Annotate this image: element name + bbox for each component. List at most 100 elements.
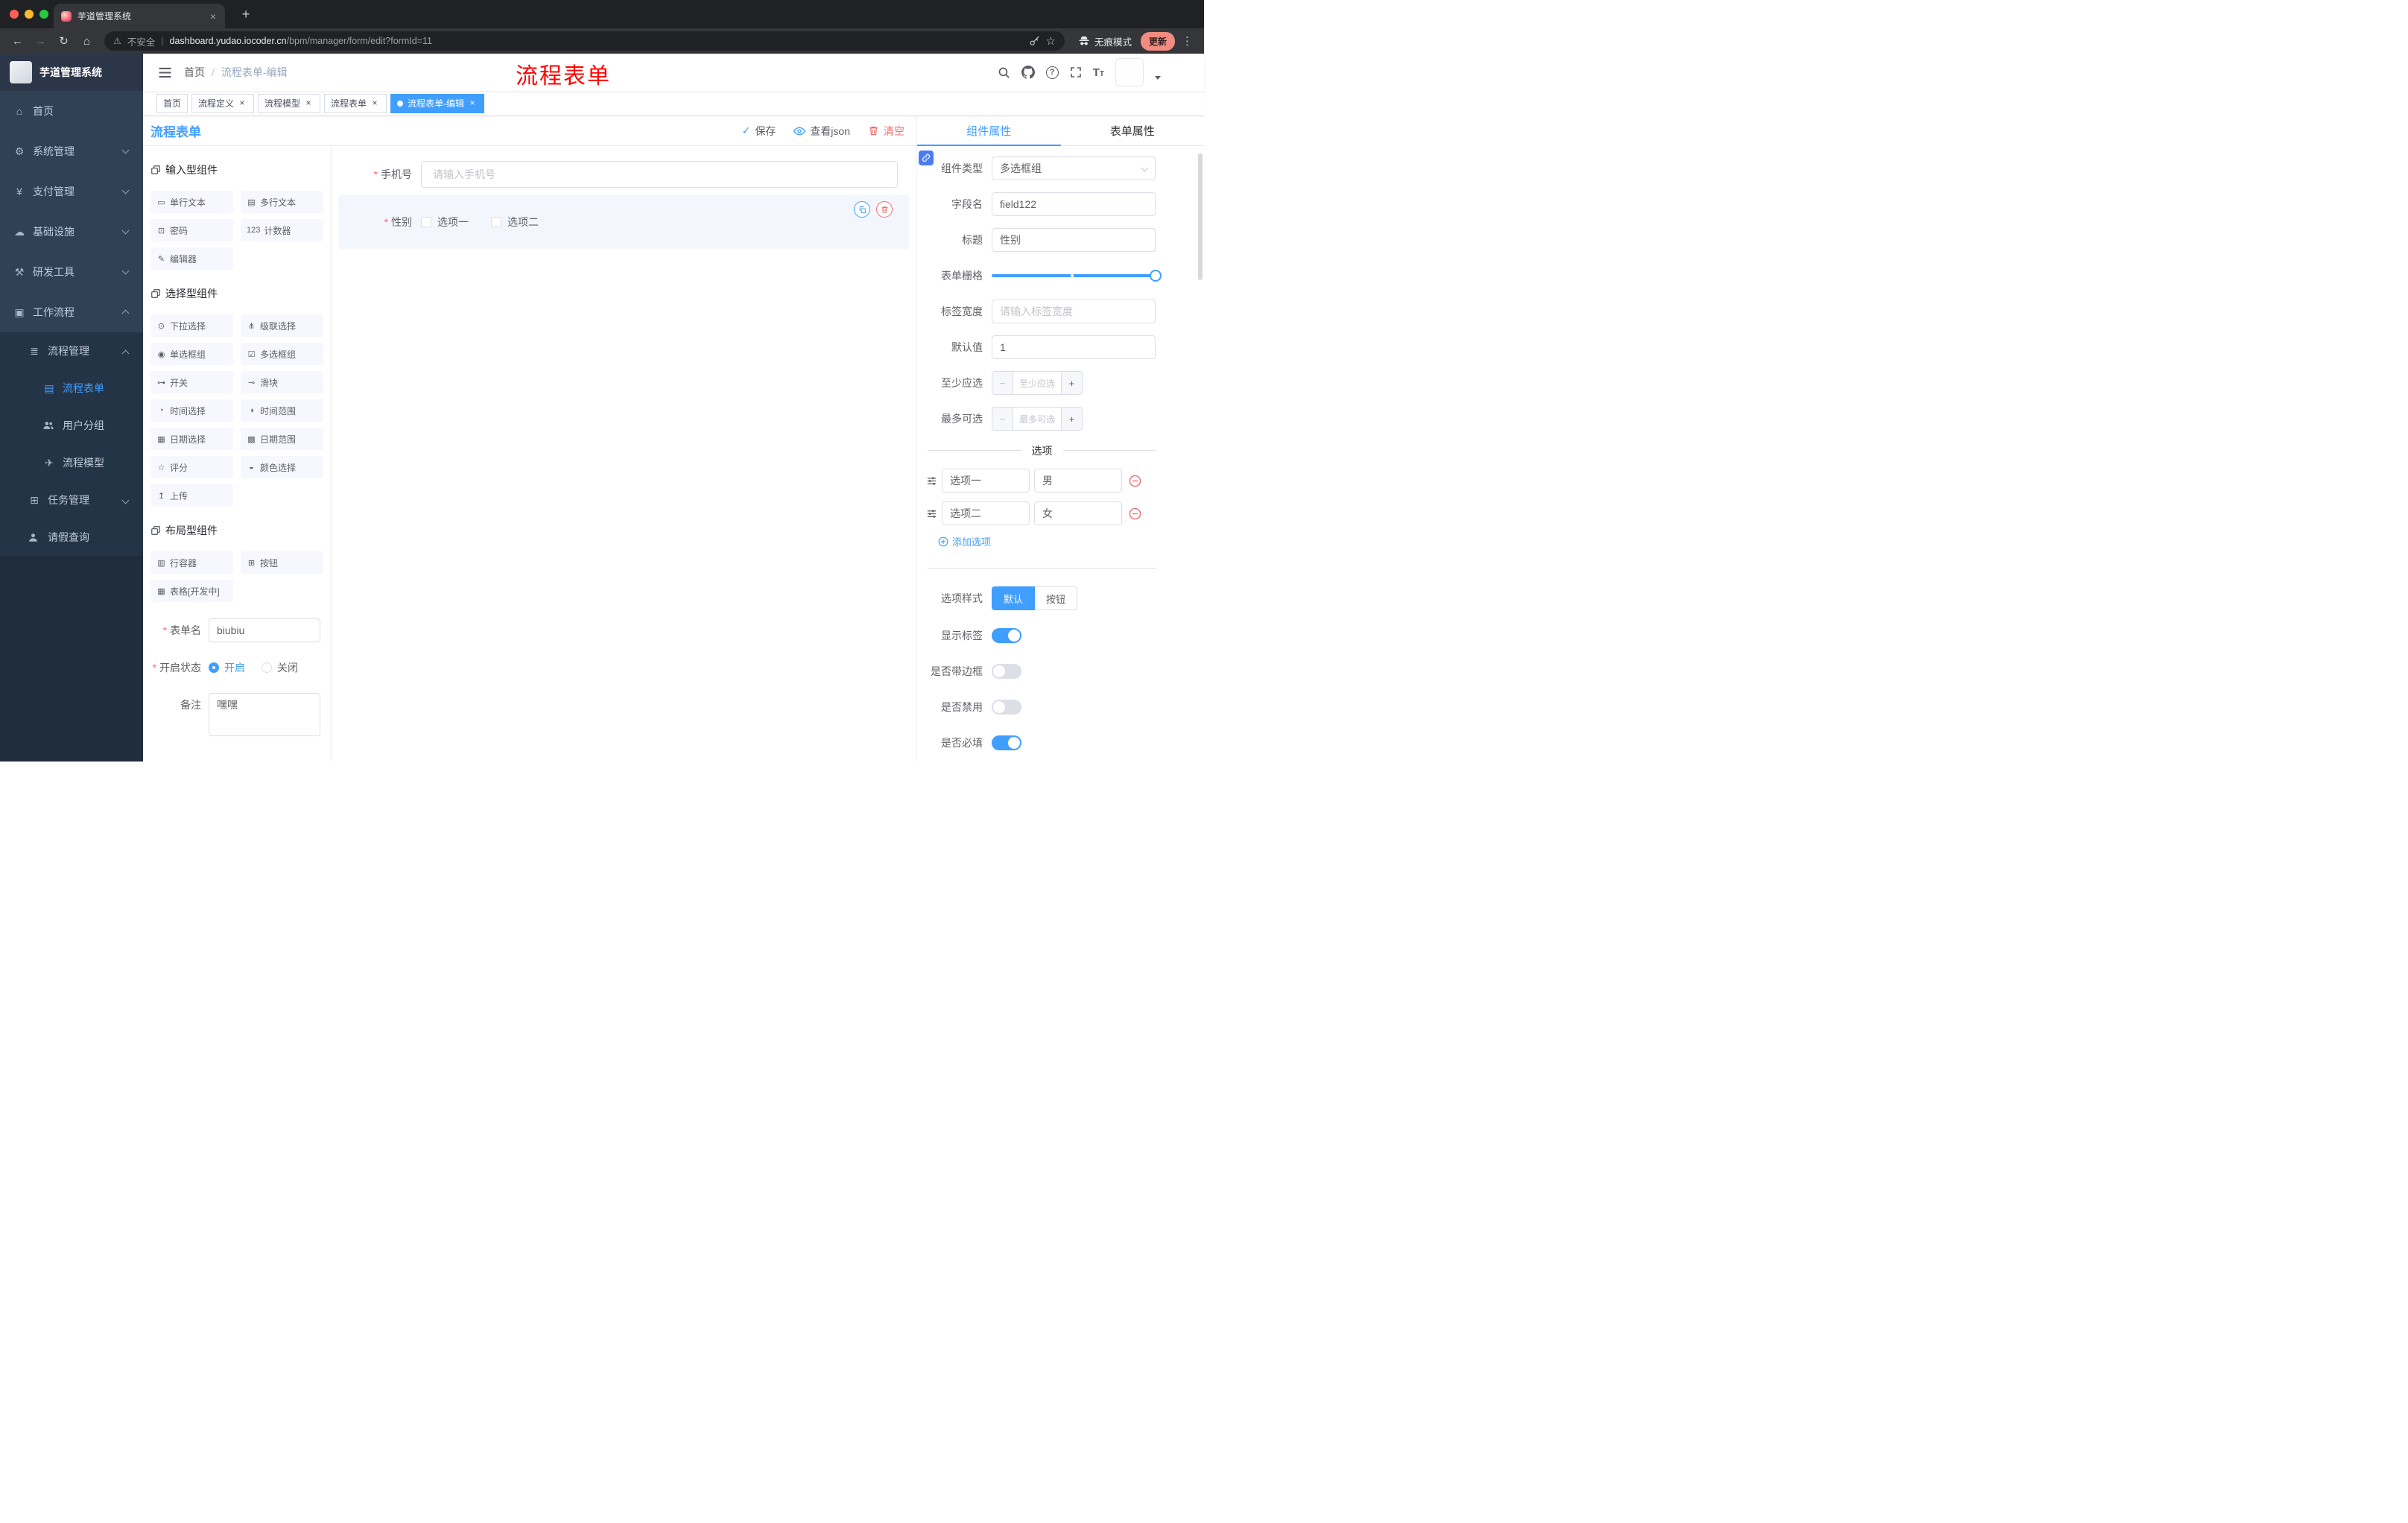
close-icon[interactable]: × <box>370 98 380 109</box>
drag-handle-icon[interactable] <box>926 508 937 519</box>
checkbox-box[interactable] <box>421 217 431 227</box>
hamburger-icon[interactable] <box>143 66 184 79</box>
component-chip[interactable]: ☑ 多选框组 <box>241 343 323 365</box>
sidebar-item-home[interactable]: ⌂ 首页 <box>0 91 143 131</box>
clear-button[interactable]: 清空 <box>868 124 904 139</box>
tag-process-model[interactable]: 流程模型 × <box>258 93 321 113</box>
breadcrumb-home[interactable]: 首页 <box>184 65 205 80</box>
option-value-input[interactable] <box>1034 469 1122 493</box>
save-button[interactable]: ✓ 保存 <box>742 124 776 139</box>
sidebar-item-payment[interactable]: ¥ 支付管理 <box>0 171 143 212</box>
new-tab-button[interactable]: + <box>237 5 255 23</box>
component-chip[interactable]: ▦ 表格[开发中] <box>150 580 233 602</box>
component-chip[interactable]: ◒ 颜色选择 <box>241 456 323 478</box>
browser-tab[interactable]: 芋道管理系统 × <box>54 4 225 28</box>
tab-form-props[interactable]: 表单属性 <box>1061 116 1205 145</box>
sidebar-item-devtools[interactable]: ⚒ 研发工具 <box>0 252 143 292</box>
address-bar[interactable]: ⚠ 不安全 | dashboard.yudao.iocoder.cn/bpm/m… <box>104 31 1065 51</box>
tag-home[interactable]: 首页 <box>156 93 188 113</box>
component-chip[interactable]: ⋔ 级联选择 <box>241 314 323 337</box>
phone-input[interactable] <box>421 161 898 188</box>
checkbox-box[interactable] <box>491 217 501 227</box>
browser-menu-kebab-icon[interactable]: ⋮ <box>1178 34 1197 48</box>
font-size-icon[interactable]: TT <box>1093 66 1104 79</box>
forward-icon[interactable]: → <box>31 35 51 48</box>
component-chip[interactable]: ▤ 多行文本 <box>241 191 323 213</box>
sidebar-item-process-management[interactable]: ≣ 流程管理 <box>0 332 143 370</box>
tag-process-form-edit[interactable]: 流程表单-编辑 × <box>390 93 485 113</box>
slider-thumb[interactable] <box>1150 270 1162 282</box>
remove-option-icon[interactable] <box>1129 475 1141 487</box>
close-icon[interactable]: × <box>467 98 478 109</box>
form-remark-textarea[interactable]: 嘿嘿 <box>209 693 320 736</box>
tag-process-form[interactable]: 流程表单 × <box>324 93 387 113</box>
tag-process-definition[interactable]: 流程定义 × <box>191 93 255 113</box>
radio-open[interactable]: 开启 <box>209 660 245 675</box>
sidebar-item-process-form[interactable]: ▤ 流程表单 <box>0 370 143 407</box>
password-key-icon[interactable] <box>1029 36 1040 47</box>
decrease-icon[interactable]: − <box>992 372 1013 394</box>
component-type-select[interactable]: 多选框组 <box>992 156 1156 180</box>
sidebar-item-leave-query[interactable]: 请假查询 <box>0 519 143 556</box>
border-toggle[interactable] <box>992 664 1021 679</box>
option-value-input[interactable] <box>1034 501 1122 525</box>
tab-component-props[interactable]: 组件属性 <box>917 116 1061 146</box>
component-chip[interactable]: ▦ 日期选择 <box>150 428 233 450</box>
style-default-button[interactable]: 默认 <box>992 586 1036 610</box>
decrease-icon[interactable]: − <box>992 408 1013 430</box>
default-value-input[interactable] <box>992 335 1156 359</box>
close-icon[interactable]: × <box>237 98 247 109</box>
slider-track[interactable] <box>992 274 1160 277</box>
drag-handle-icon[interactable] <box>926 475 937 487</box>
component-chip[interactable]: 123 计数器 <box>241 219 323 241</box>
sidebar-item-process-model[interactable]: ✈ 流程模型 <box>0 444 143 481</box>
option-label-input[interactable] <box>942 469 1030 493</box>
component-chip[interactable]: ▥ 行容器 <box>150 551 233 574</box>
window-zoom-button[interactable] <box>39 10 48 19</box>
bookmark-star-icon[interactable]: ☆ <box>1046 34 1056 48</box>
required-toggle[interactable] <box>992 735 1021 750</box>
min-select-value[interactable]: 至少应选 <box>1013 372 1061 394</box>
component-chip[interactable]: ▩ 日期范围 <box>241 428 323 450</box>
back-icon[interactable]: ← <box>7 35 28 48</box>
sidebar-logo[interactable]: 芋道管理系统 <box>0 54 143 91</box>
github-icon[interactable] <box>1021 66 1035 79</box>
gender-field-row[interactable]: 性别 选项一 选项二 <box>339 195 909 249</box>
increase-icon[interactable]: + <box>1061 372 1082 394</box>
link-icon[interactable] <box>919 151 934 165</box>
component-chip[interactable]: ✎ 编辑器 <box>150 247 233 270</box>
close-icon[interactable]: × <box>303 98 314 109</box>
component-chip[interactable]: ⊡ 密码 <box>150 219 233 241</box>
style-button-button[interactable]: 按钮 <box>1035 586 1078 610</box>
checkbox-option-one[interactable]: 选项一 <box>421 215 469 229</box>
update-button[interactable]: 更新 <box>1140 31 1175 51</box>
sidebar-item-system[interactable]: ⚙ 系统管理 <box>0 131 143 171</box>
sidebar-item-workflow[interactable]: ▣ 工作流程 <box>0 292 143 332</box>
scrollbar[interactable] <box>1198 153 1203 280</box>
show-label-toggle[interactable] <box>992 628 1021 643</box>
sidebar-item-user-groups[interactable]: 用户分组 <box>0 407 143 444</box>
component-chip[interactable]: ☆ 评分 <box>150 456 233 478</box>
component-chip[interactable]: ↥ 上传 <box>150 484 233 507</box>
fullscreen-icon[interactable] <box>1070 66 1082 78</box>
increase-icon[interactable]: + <box>1061 408 1082 430</box>
browser-home-icon[interactable]: ⌂ <box>77 35 97 48</box>
sidebar-item-infrastructure[interactable]: ☁ 基础设施 <box>0 212 143 252</box>
title-input[interactable] <box>992 228 1156 252</box>
view-json-button[interactable]: 查看json <box>793 124 850 139</box>
window-close-button[interactable] <box>10 10 19 19</box>
label-width-input[interactable] <box>992 300 1156 323</box>
remove-option-icon[interactable] <box>1129 507 1141 520</box>
reload-icon[interactable]: ↻ <box>54 34 74 48</box>
form-grid-slider[interactable] <box>992 264 1162 288</box>
component-chip[interactable]: ◑ 时间范围 <box>241 399 323 422</box>
component-chip[interactable]: ◉ 单选框组 <box>150 343 233 365</box>
option-label-input[interactable] <box>942 501 1030 525</box>
caret-down-icon[interactable] <box>1155 75 1161 80</box>
component-chip[interactable]: ◔ 时间选择 <box>150 399 233 422</box>
field-name-input[interactable] <box>992 192 1156 216</box>
checkbox-option-two[interactable]: 选项二 <box>491 215 539 229</box>
window-minimize-button[interactable] <box>25 10 34 19</box>
component-chip[interactable]: ⊙ 下拉选择 <box>150 314 233 337</box>
delete-component-button[interactable] <box>876 201 893 218</box>
